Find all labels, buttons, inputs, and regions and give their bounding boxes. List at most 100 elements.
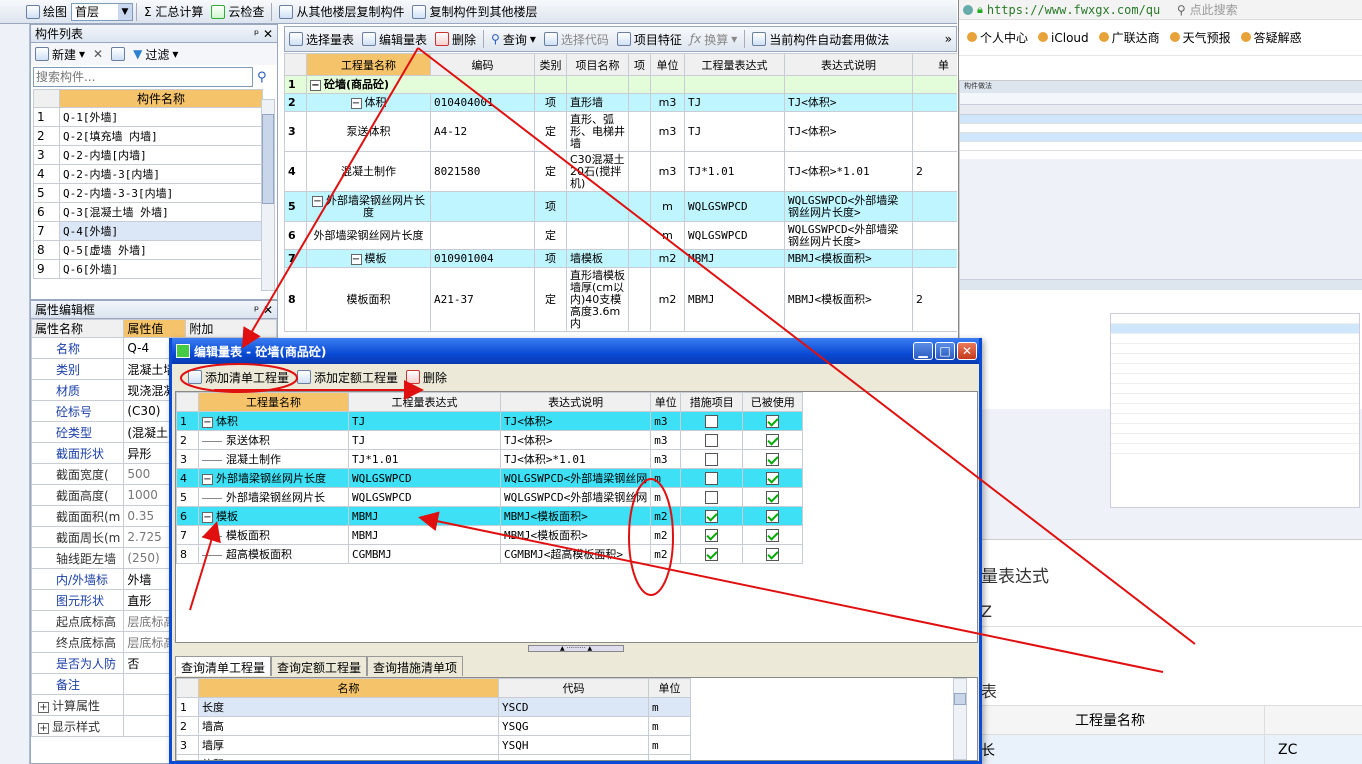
maximize-button[interactable]: □ <box>935 342 955 360</box>
measure-checkbox[interactable] <box>705 414 719 428</box>
expand-icon[interactable]: + <box>38 722 49 734</box>
lower-cell-unit[interactable]: m <box>648 716 691 736</box>
cell-item[interactable]: C30混凝土20石(搅拌机) <box>566 151 629 192</box>
cell-desc[interactable] <box>784 75 913 94</box>
component-list-scrollbar[interactable] <box>261 99 275 291</box>
cell-blank[interactable] <box>628 151 651 192</box>
used-checkbox[interactable] <box>766 414 780 428</box>
lower-cell-name[interactable]: 体积 <box>198 754 499 760</box>
item-feature-button[interactable]: 项目特征 <box>613 28 686 50</box>
cell-cat[interactable]: 项 <box>534 93 567 112</box>
dialog-cell-name[interactable]: 外部墙梁钢丝网片长 <box>198 487 349 507</box>
component-row[interactable]: 6 Q-3[混凝土墙 外墙] <box>33 202 263 222</box>
dialog-column-header[interactable]: 措施项目 <box>680 392 744 412</box>
lower-cell-code[interactable]: YSQG <box>498 716 649 736</box>
cell-item[interactable]: 直形、弧形、电梯井墙 <box>566 111 629 152</box>
lower-cell-code[interactable]: YSCD <box>498 697 649 717</box>
collapse-icon[interactable]: − <box>202 474 213 485</box>
column-header[interactable]: 工程量名称 <box>306 53 431 76</box>
cell-blank[interactable] <box>628 191 651 222</box>
expand-icon[interactable]: + <box>38 701 49 713</box>
cell-desc[interactable]: WQLGSWPCD<外部墙梁钢丝网片长度> <box>784 221 913 250</box>
component-row[interactable]: 1 Q-1[外墙] <box>33 107 263 127</box>
cell-extra[interactable]: 2 <box>912 267 957 332</box>
used-checkbox-cell[interactable] <box>742 506 804 526</box>
dialog-cell-desc[interactable]: MBMJ<模板面积> <box>499 525 652 545</box>
cell-unit[interactable]: m <box>650 221 685 250</box>
cell-desc[interactable]: TJ<体积> <box>784 111 913 152</box>
splitter-handle[interactable]: ▲ ·········· ▲ <box>528 645 624 652</box>
measure-checkbox-cell[interactable] <box>680 487 744 507</box>
select-code-button[interactable]: 选择代码 <box>540 28 613 50</box>
search-icon[interactable]: ⚲ <box>1177 3 1186 17</box>
cell-extra[interactable] <box>912 249 957 268</box>
quantity-row[interactable]: 6 外部墙梁钢丝网片长度 定 m WQLGSWPCD WQLGSWPCD<外部墙梁钢丝网片… <box>284 221 957 250</box>
cell-expr[interactable]: WQLGSWPCD <box>684 191 785 222</box>
cell-expr[interactable] <box>684 75 785 94</box>
measure-checkbox-cell[interactable] <box>680 411 744 431</box>
dialog-cell-name[interactable]: − 外部墙梁钢丝网片长度 <box>198 468 349 488</box>
lower-scrollbar[interactable] <box>953 678 967 760</box>
dialog-cell-expr[interactable]: CGMBMJ <box>348 544 501 564</box>
lower-cell-name[interactable]: 墙高 <box>198 716 499 736</box>
component-row[interactable]: 2 Q-2[填充墙 内墙] <box>33 126 263 146</box>
lower-row[interactable]: 4体积TJm3 <box>176 754 691 760</box>
used-checkbox[interactable] <box>766 509 780 523</box>
quantity-row[interactable]: 1− 砼墙(商品砼) <box>284 75 957 94</box>
measure-checkbox[interactable] <box>705 471 719 485</box>
cell-desc[interactable]: TJ<体积>*1.01 <box>784 151 913 192</box>
cell-expr[interactable]: TJ*1.01 <box>684 151 785 192</box>
collapse-icon[interactable]: − <box>350 97 362 109</box>
quantity-row[interactable]: 4 混凝土制作 8021580 定 C30混凝土20石(搅拌机) m3 TJ*1.01 TJ<… <box>284 151 957 192</box>
cell-unit[interactable]: m3 <box>650 93 685 112</box>
collapse-icon[interactable]: − <box>350 253 362 265</box>
quantity-row[interactable]: 5− 外部墙梁钢丝网片长度 项 m WQLGSWPCD WQLGSWPCD<外部墙梁钢丝网… <box>284 191 957 222</box>
cell-name[interactable]: − 砼墙(商品砼) <box>306 75 535 94</box>
cell-name[interactable]: − 模板 <box>306 249 431 268</box>
edit-table-button[interactable]: 编辑量表 <box>358 28 431 50</box>
measure-checkbox[interactable] <box>705 547 719 561</box>
cell-expr[interactable]: TJ <box>684 111 785 152</box>
cell-cat[interactable]: 定 <box>534 221 567 250</box>
collapse-icon[interactable]: − <box>310 79 321 91</box>
back-icon[interactable] <box>963 4 973 15</box>
dialog-cell-unit[interactable]: m3 <box>650 449 682 469</box>
cell-item[interactable]: 直形墙 <box>566 93 629 112</box>
dialog-cell-name[interactable]: 混凝土制作 <box>198 449 349 469</box>
draw-button[interactable]: 绘图 <box>22 1 71 23</box>
delete-component-button[interactable]: ✕ <box>89 43 107 65</box>
cell-extra[interactable] <box>912 75 957 94</box>
cell-item[interactable] <box>566 191 629 222</box>
column-header[interactable]: 单 <box>912 53 957 76</box>
cell-unit[interactable]: m2 <box>650 267 685 332</box>
used-checkbox-cell[interactable] <box>742 544 804 564</box>
dialog-cell-expr[interactable]: WQLGSWPCD <box>348 468 501 488</box>
cell-item[interactable]: 直形墙模板 墙厚(cm以内)40支模高度3.6m内 <box>566 267 629 332</box>
dialog-tab[interactable]: 查询定额工程量 <box>271 656 368 676</box>
collapse-icon[interactable]: − <box>312 195 323 207</box>
column-header[interactable]: 工程量表达式 <box>684 53 785 76</box>
pin-close-icon[interactable]: ᵖ ✕ <box>254 303 273 317</box>
quantity-row[interactable]: 2− 体积 010404001 项直形墙 m3 TJ TJ<体积> <box>284 93 957 112</box>
query-button[interactable]: ⚲ 查询 ▾ <box>487 28 540 50</box>
cell-code[interactable]: A4-12 <box>430 111 535 152</box>
used-checkbox-cell[interactable] <box>742 449 804 469</box>
dialog-cell-unit[interactable]: m <box>650 468 682 488</box>
measure-checkbox[interactable] <box>705 452 719 466</box>
copy-to-floor-button[interactable]: 复制构件到其他楼层 <box>408 1 541 23</box>
cell-desc[interactable]: WQLGSWPCD<外部墙梁钢丝网片长度> <box>784 191 913 222</box>
dialog-cell-unit[interactable]: m3 <box>650 430 682 450</box>
cell-name[interactable]: 模板面积 <box>306 267 431 332</box>
dialog-cell-expr[interactable]: MBMJ <box>348 506 501 526</box>
lower-cell-unit[interactable]: m <box>648 697 691 717</box>
dialog-cell-name[interactable]: 泵送体积 <box>198 430 349 450</box>
cell-item[interactable]: 墙模板 <box>566 249 629 268</box>
cell-name[interactable]: 泵送体积 <box>306 111 431 152</box>
dialog-column-header[interactable]: 表达式说明 <box>499 392 652 412</box>
new-component-button[interactable]: 新建 ▾ <box>31 43 89 65</box>
dialog-cell-desc[interactable]: MBMJ<模板面积> <box>499 506 652 526</box>
measure-checkbox[interactable] <box>705 509 719 523</box>
dialog-row[interactable]: 5 外部墙梁钢丝网片长 WQLGSWPCD WQLGSWPCD<外部墙梁钢丝网 m <box>176 487 804 507</box>
dialog-row[interactable]: 6− 模板 MBMJ MBMJ<模板面积> m2 <box>176 506 804 526</box>
cell-blank[interactable] <box>628 111 651 152</box>
